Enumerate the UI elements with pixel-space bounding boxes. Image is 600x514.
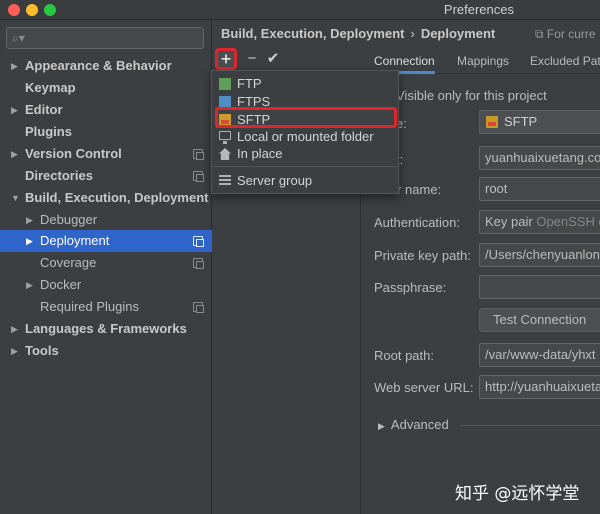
sidebar-item-coverage[interactable]: Coverage [0, 252, 212, 274]
ftp-icon [219, 78, 231, 90]
settings-search-input[interactable]: ⌕▾ [6, 27, 204, 49]
sidebar-item-label: Coverage [40, 255, 97, 270]
menu-item-ftp[interactable]: FTP [212, 75, 398, 93]
sidebar-item-label: Tools [25, 343, 59, 358]
add-server-menu: FTP FTPS SFTP Local or mounted folder In… [211, 70, 399, 194]
breadcrumb-current: Deployment [420, 26, 496, 41]
sidebar-item-build-execution-deployment[interactable]: ▼ Build, Execution, Deployment [0, 187, 212, 209]
scope-note-text: For curre [546, 27, 596, 41]
tab-excluded-paths[interactable]: Excluded Path [530, 48, 600, 74]
advanced-label: Advanced [390, 417, 449, 432]
private-key-field[interactable]: /Users/chenyuanlong [479, 243, 600, 267]
sidebar-item-label: Debugger [40, 212, 98, 227]
section-divider [460, 425, 600, 426]
add-server-button[interactable]: + [215, 48, 237, 70]
private-key-label: Private key path: [374, 248, 471, 263]
project-scope-icon [193, 302, 204, 313]
sidebar-item-docker[interactable]: ▶ Docker [0, 274, 212, 296]
watermark: 知乎 @远怀学堂 [455, 484, 580, 504]
monitor-icon [219, 131, 231, 144]
title-bar: Preferences [0, 0, 600, 20]
expand-arrow-icon: ▶ [378, 421, 385, 431]
server-toolbar: + − ✔ [213, 48, 361, 70]
authentication-value: Key pair [485, 214, 533, 229]
sidebar-item-label: Keymap [25, 80, 76, 95]
sidebar-item-languages-frameworks[interactable]: ▶ Languages & Frameworks [0, 318, 212, 340]
root-path-label: Root path: [374, 348, 434, 363]
project-scope-icon [193, 236, 204, 247]
sidebar-item-version-control[interactable]: ▶ Version Control [0, 143, 212, 165]
server-group-icon [219, 175, 231, 187]
window-title: Preferences [443, 2, 514, 17]
scope-note: ⧉ For curre [535, 20, 596, 48]
menu-item-label: Server group [237, 173, 313, 188]
authentication-hint: OpenSSH o [536, 214, 600, 229]
sidebar-item-label: Docker [40, 277, 82, 292]
web-server-url-field[interactable]: http://yuanhuaixueta [479, 375, 600, 399]
expand-arrow-icon[interactable]: ▶ [26, 274, 33, 296]
expand-arrow-icon[interactable]: ▶ [11, 55, 18, 77]
passphrase-field[interactable] [479, 275, 600, 299]
apply-default-button[interactable]: ✔ [263, 48, 283, 70]
menu-item-in-place[interactable]: In place [212, 145, 398, 163]
sidebar-item-label: Plugins [25, 124, 72, 139]
sidebar-item-required-plugins[interactable]: Required Plugins [0, 296, 212, 318]
sidebar-item-label: Languages & Frameworks [25, 321, 187, 336]
sidebar-item-directories[interactable]: Directories [0, 165, 212, 187]
sftp-icon [486, 116, 498, 128]
menu-item-label: In place [237, 146, 283, 161]
sidebar-item-label: Directories [25, 168, 93, 183]
expand-arrow-icon[interactable]: ▶ [11, 99, 18, 121]
sidebar-item-deployment[interactable]: ▶ Deployment [0, 230, 212, 252]
tab-mappings[interactable]: Mappings [457, 48, 509, 74]
sidebar-item-label: Required Plugins [40, 299, 140, 314]
sidebar-item-plugins[interactable]: Plugins [0, 121, 212, 143]
sidebar-item-tools[interactable]: ▶ Tools [0, 340, 212, 362]
web-server-url-label: Web server URL: [374, 380, 474, 395]
sidebar-item-appearance-behavior[interactable]: ▶ Appearance & Behavior [0, 55, 212, 77]
sidebar-item-label: Version Control [25, 146, 122, 161]
expand-arrow-icon[interactable]: ▶ [11, 318, 18, 340]
sidebar-item-label: Editor [25, 102, 63, 117]
sidebar-item-keymap[interactable]: Keymap [0, 77, 212, 99]
sidebar-item-label: Appearance & Behavior [25, 58, 172, 73]
sftp-highlight-annotation [215, 107, 397, 128]
breadcrumb-parent[interactable]: Build, Execution, Deployment [221, 26, 404, 41]
expand-arrow-icon[interactable]: ▶ [26, 209, 33, 231]
expand-arrow-icon[interactable]: ▶ [11, 143, 18, 165]
passphrase-label: Passphrase: [374, 280, 447, 295]
expand-arrow-icon[interactable]: ▶ [11, 340, 18, 362]
expand-arrow-icon[interactable]: ▶ [26, 230, 33, 252]
host-field[interactable]: yuanhuaixuetang.co [479, 146, 600, 170]
sidebar-item-editor[interactable]: ▶ Editor [0, 99, 212, 121]
settings-sidebar: ⌕▾ ▶ Appearance & Behavior Keymap ▶ Edit… [0, 20, 212, 514]
visible-only-label[interactable]: Visible only for this project [396, 88, 547, 103]
project-scope-icon [193, 171, 204, 182]
server-type-display: SFTP [479, 110, 600, 134]
menu-item-label: Local or mounted folder [237, 129, 374, 144]
server-type-value: SFTP [504, 114, 538, 129]
sidebar-item-label: Build, Execution, Deployment [25, 190, 209, 205]
test-connection-button[interactable]: Test Connection [479, 308, 600, 332]
authentication-label: Authentication: [374, 215, 461, 230]
home-icon [219, 148, 231, 160]
collapse-arrow-icon[interactable]: ▼ [11, 187, 20, 209]
advanced-section-toggle[interactable]: ▶ Advanced [378, 417, 449, 432]
menu-item-local-folder[interactable]: Local or mounted folder [212, 128, 398, 146]
project-scope-icon [193, 149, 204, 160]
search-icon: ⌕▾ [12, 31, 25, 45]
root-path-field[interactable]: /var/www-data/yhxt [479, 343, 600, 367]
breadcrumb-separator: › [410, 26, 415, 41]
sidebar-item-label: Deployment [40, 233, 110, 248]
menu-item-label: FTP [237, 76, 262, 91]
sidebar-item-debugger[interactable]: ▶ Debugger [0, 209, 212, 231]
menu-divider [212, 166, 398, 167]
menu-item-server-group[interactable]: Server group [212, 172, 398, 190]
project-scope-icon [193, 258, 204, 269]
remove-server-button[interactable]: − [242, 48, 262, 70]
username-field[interactable]: root [479, 177, 600, 201]
authentication-select[interactable]: Key pair OpenSSH o [479, 210, 600, 234]
copy-icon: ⧉ [535, 27, 547, 41]
